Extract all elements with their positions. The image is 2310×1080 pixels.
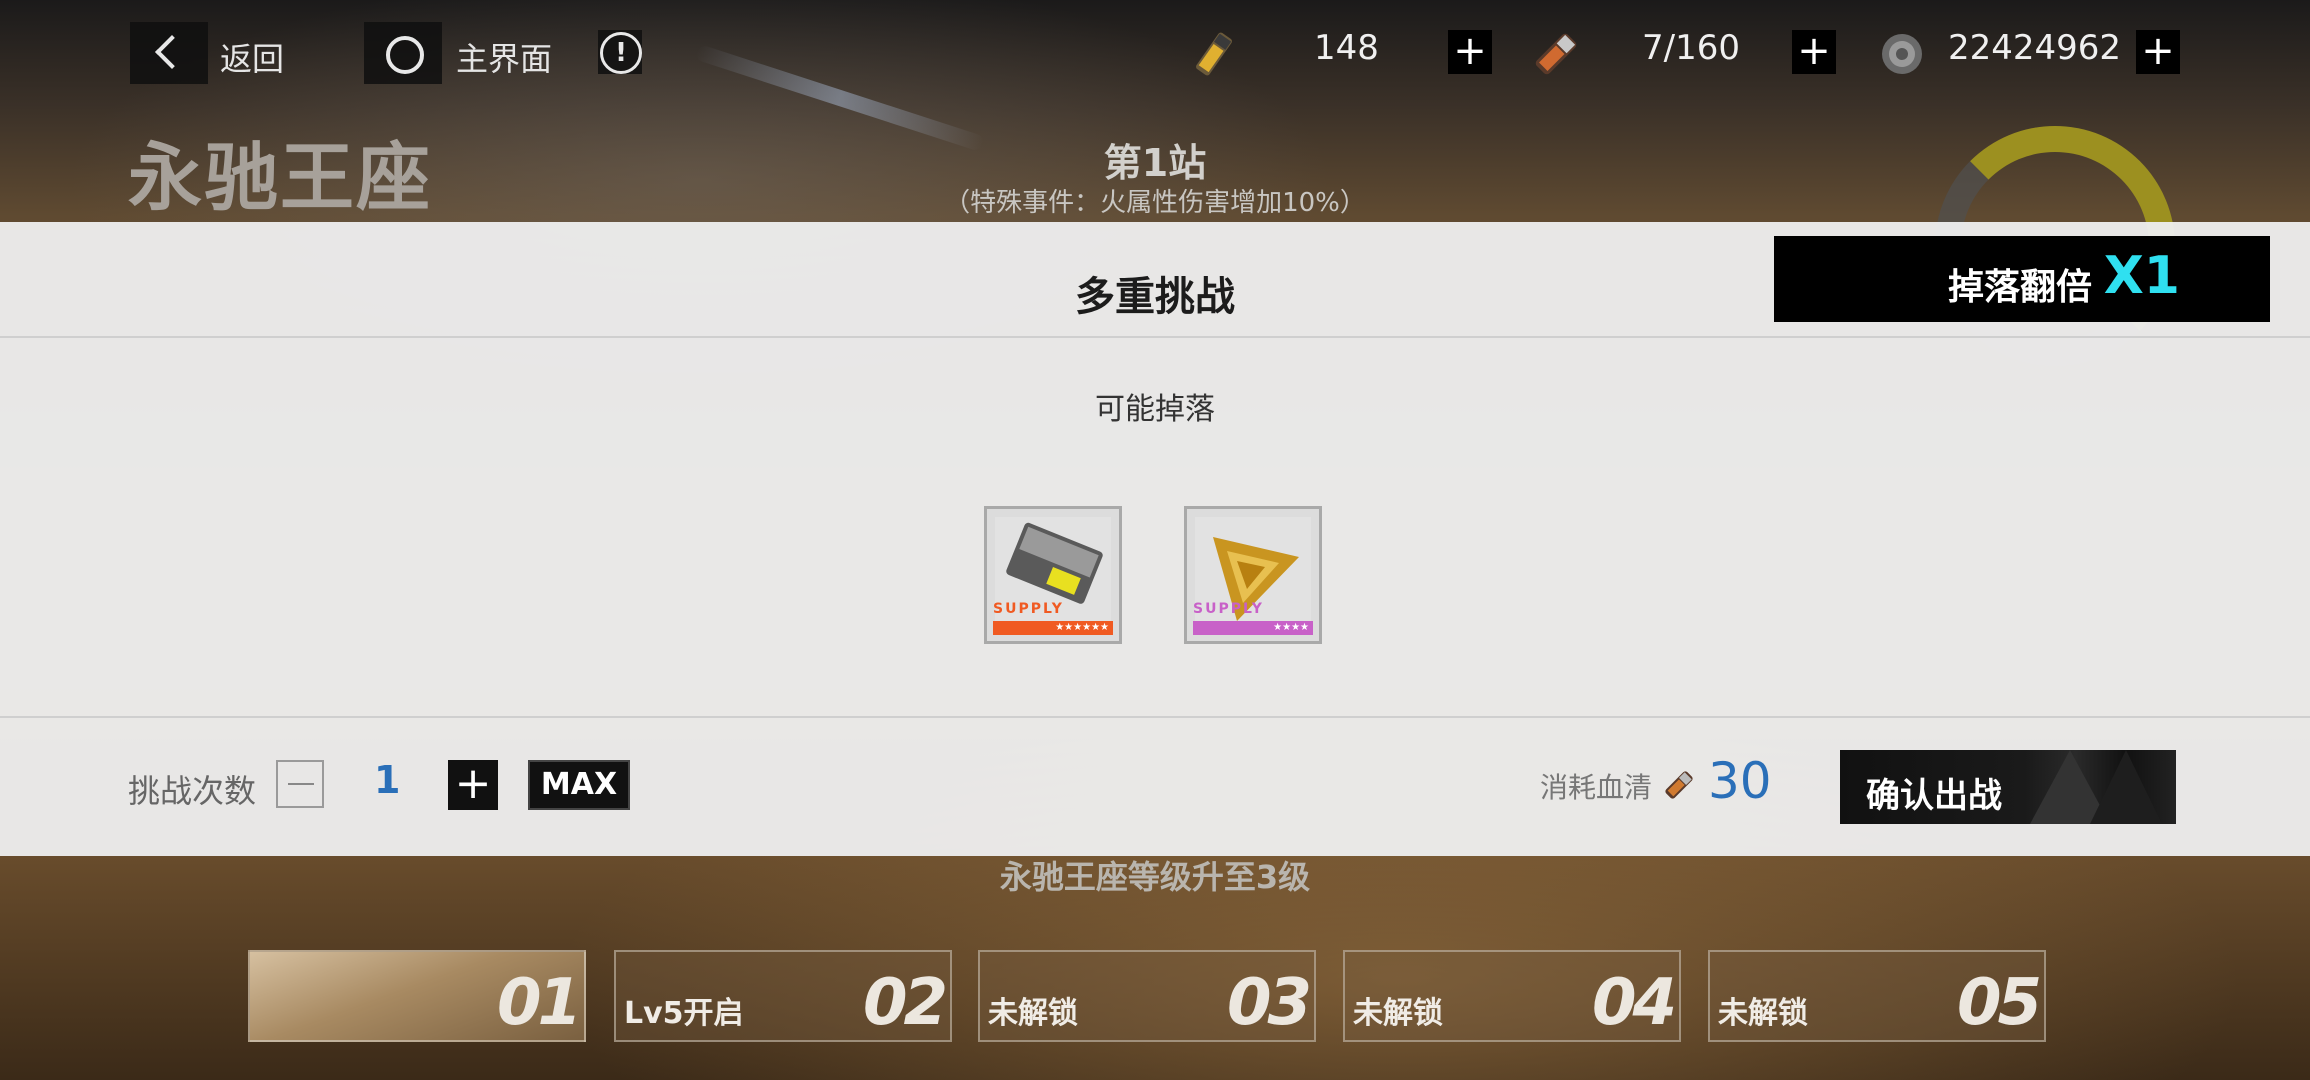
stamina-vial-icon — [1196, 32, 1232, 76]
add-stamina-button[interactable]: + — [1448, 30, 1492, 74]
confirm-label[interactable]: 确认出战 — [1866, 768, 2002, 817]
drop-bonus-value: X1 — [2103, 246, 2180, 306]
stage-number: 03 — [1226, 966, 1312, 1040]
stage-label: 未解锁 — [988, 996, 1078, 1031]
top-bar: 返回 主界面 ! 148 + 7/160 + 22424962 + — [0, 0, 2310, 108]
challenge-count-label: 挑战次数 — [128, 772, 257, 810]
drop-item-supply-card[interactable]: SUPPLY ★★★★★★ — [984, 506, 1122, 644]
rarity-stars: ★★★★ — [1193, 621, 1313, 635]
cost-value: 30 — [1708, 752, 1772, 810]
drop-bonus-label: 掉落翻倍 — [1947, 267, 2092, 308]
increase-count-button[interactable]: + — [448, 760, 498, 810]
max-count-button[interactable]: MAX — [528, 760, 630, 810]
stage-label: Lv5开启 — [624, 996, 744, 1031]
info-button[interactable]: ! — [598, 30, 642, 74]
stage-number: 05 — [1956, 966, 2042, 1040]
stage-label: 未解锁 — [1353, 996, 1443, 1031]
serum-vial-icon — [1535, 33, 1577, 75]
confirm-sortie-button[interactable]: 确认出战 — [1840, 750, 2176, 824]
challenge-count-value: 1 — [374, 758, 401, 802]
decrease-count-button[interactable] — [276, 760, 324, 808]
currency-value: 22424962 — [1948, 28, 2122, 68]
supply-tag: SUPPLY — [993, 601, 1064, 617]
circle-home-icon — [386, 36, 424, 74]
drop-item-supply-badge[interactable]: SUPPLY ★★★★ — [1184, 506, 1322, 644]
serum-value: 7/160 — [1642, 28, 1740, 68]
rarity-stars: ★★★★★★ — [993, 621, 1113, 635]
supply-tag: SUPPLY — [1193, 601, 1264, 617]
stage-number: 02 — [862, 966, 948, 1040]
add-currency-button[interactable]: + — [2136, 30, 2180, 74]
stage-number: 01 — [496, 966, 582, 1040]
stage-card-04[interactable]: 未解锁 04 — [1343, 950, 1681, 1042]
stage-card-05[interactable]: 未解锁 05 — [1708, 950, 2046, 1042]
divider — [0, 336, 2310, 338]
stage-card-03[interactable]: 未解锁 03 — [978, 950, 1316, 1042]
upgrade-hint: 永驰王座等级升至3级 — [999, 858, 1311, 896]
multi-challenge-modal: 多重挑战 掉落翻倍 X1 可能掉落 SUPPLY ★★★★★★ SUPPLY ★… — [0, 222, 2310, 856]
gear-coin-icon — [1882, 34, 1922, 74]
serum-vial-icon — [1665, 771, 1693, 799]
home-label[interactable]: 主界面 — [456, 34, 552, 80]
cost-label: 消耗血清 — [1540, 771, 1653, 804]
stage-card-01[interactable]: 01 — [248, 950, 586, 1042]
stamina-value: 148 — [1314, 28, 1379, 68]
stage-number: 04 — [1591, 966, 1677, 1040]
back-label[interactable]: 返回 — [220, 34, 284, 80]
back-button[interactable] — [130, 22, 208, 84]
possible-drops-label: 可能掉落 — [1095, 392, 1215, 427]
stage-label: 未解锁 — [1718, 996, 1808, 1031]
chevron-left-icon — [155, 35, 189, 69]
home-button[interactable] — [364, 22, 442, 84]
stage-card-02[interactable]: Lv5开启 02 — [614, 950, 952, 1042]
divider — [0, 716, 2310, 718]
exclamation-icon: ! — [600, 32, 642, 74]
drop-bonus-banner: 掉落翻倍 X1 — [1774, 236, 2270, 322]
add-serum-button[interactable]: + — [1792, 30, 1836, 74]
